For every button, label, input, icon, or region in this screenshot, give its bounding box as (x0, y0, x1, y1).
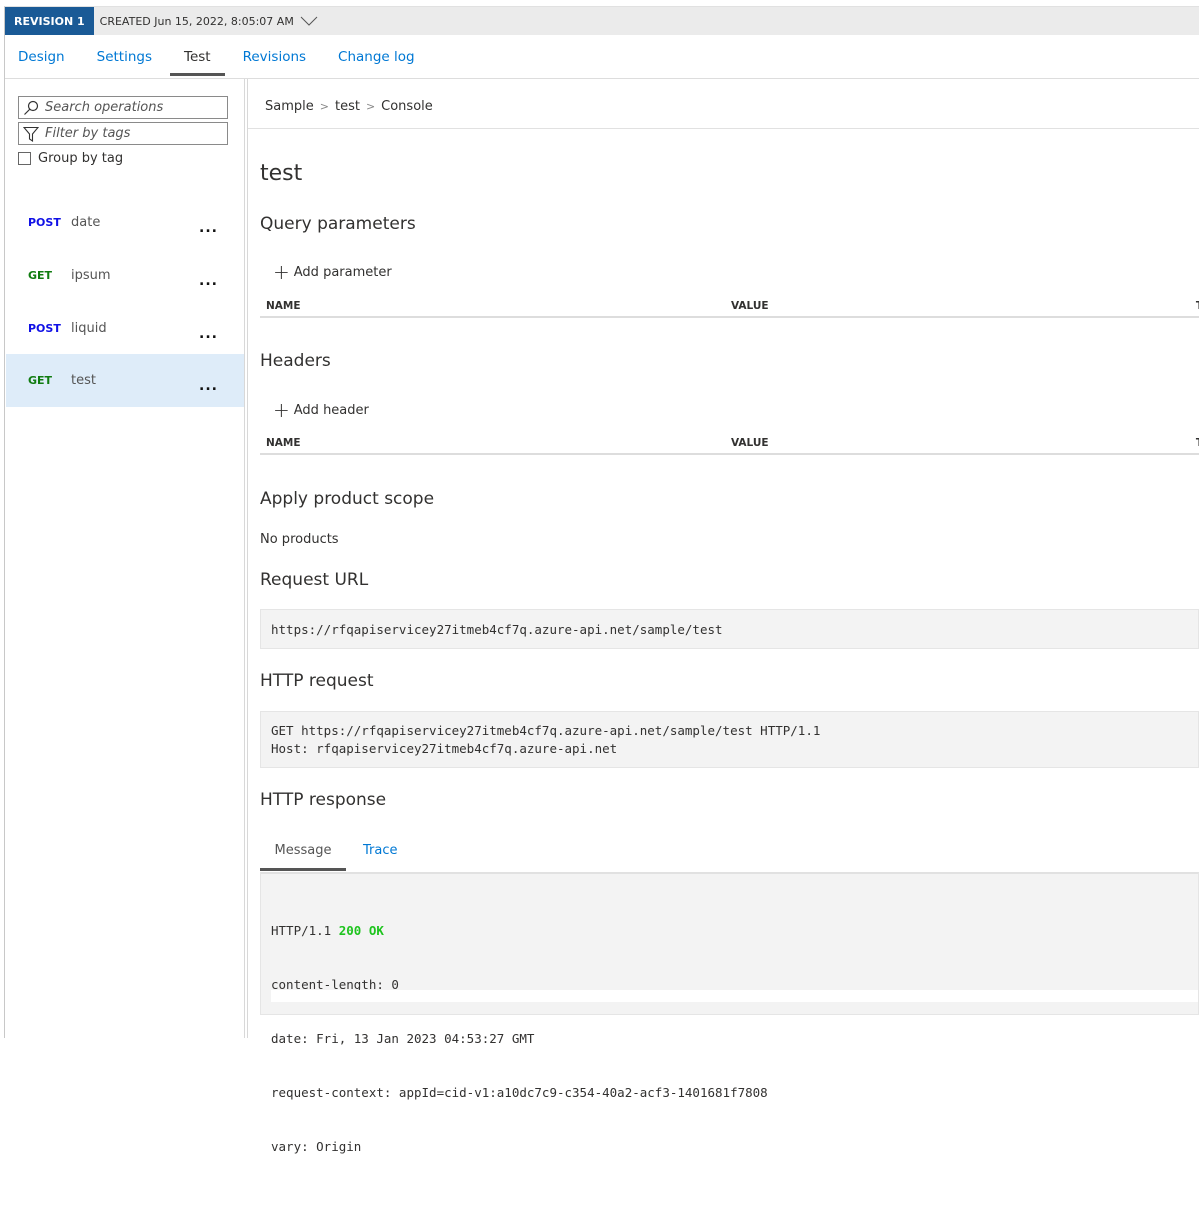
more-icon[interactable]: ... (199, 273, 218, 289)
page-title: test (260, 161, 303, 186)
response-header-line: request-context: appId=cid-v1:a10dc7c9-c… (271, 1085, 768, 1100)
http-request-heading: HTTP request (260, 671, 374, 691)
search-placeholder: Search operations (45, 100, 164, 115)
column-value: VALUE (731, 300, 769, 312)
request-line: GET https://rfqapiservicey27itmeb4cf7q.a… (271, 723, 821, 738)
column-value: VALUE (731, 437, 769, 449)
console-pane: Sample > test > Console test Query parameter… (248, 79, 1199, 1154)
method-badge: POST (28, 322, 61, 335)
request-url-field[interactable]: https://rfqapiservicey27itmeb4cf7q.azure… (260, 609, 1199, 649)
operation-item-selected[interactable]: GET test ... (6, 354, 244, 407)
tab-trace[interactable]: Trace (363, 831, 398, 871)
no-products-text: No products (260, 532, 339, 547)
operation-name: test (71, 373, 96, 388)
response-tabs: Message Trace (260, 831, 1199, 871)
tab-bar: Design Settings Test Revisions Change lo… (5, 35, 1199, 79)
more-icon[interactable]: ... (199, 326, 218, 342)
headers-heading: Headers (260, 351, 331, 371)
chevron-down-icon[interactable] (300, 15, 318, 27)
add-header-button[interactable]: + Add header (273, 400, 369, 420)
add-parameter-button[interactable]: + Add parameter (273, 262, 392, 282)
tab-revisions[interactable]: Revisions (229, 35, 320, 78)
operation-item[interactable]: POST liquid ... (6, 302, 244, 355)
operations-sidebar: Search operations Filter by tags Group b… (5, 79, 244, 1038)
tab-design[interactable]: Design (5, 35, 79, 78)
filter-tags-input[interactable]: Filter by tags (18, 122, 228, 145)
breadcrumb-item[interactable]: Sample (265, 99, 314, 114)
more-icon[interactable]: ... (199, 378, 218, 394)
more-icon[interactable]: ... (199, 220, 218, 236)
request-url-heading: Request URL (260, 570, 369, 590)
operation-item[interactable]: POST date ... (6, 196, 244, 249)
protocol: HTTP/1.1 (271, 923, 339, 938)
filter-placeholder: Filter by tags (45, 126, 131, 141)
query-table-header: NAME VALUE T (260, 296, 1199, 318)
divider (248, 128, 1199, 129)
tab-message[interactable]: Message (260, 831, 346, 871)
tab-change-log[interactable]: Change log (324, 35, 429, 78)
group-by-tag-checkbox[interactable]: Group by tag (18, 151, 123, 166)
status-line: HTTP/1.1 200 OK (271, 922, 1188, 940)
operation-name: ipsum (71, 268, 111, 283)
filter-icon (23, 126, 39, 142)
revision-badge: REVISION 1 (5, 7, 94, 35)
product-scope-heading: Apply product scope (260, 489, 435, 509)
api-test-panel: REVISION 1 CREATED Jun 15, 2022, 8:05:07… (4, 6, 1199, 1154)
search-icon (24, 100, 39, 115)
group-by-tag-label: Group by tag (38, 151, 124, 166)
add-parameter-label: Add parameter (293, 264, 392, 280)
tab-test[interactable]: Test (170, 35, 225, 78)
method-badge: GET (28, 374, 53, 387)
http-response-heading: HTTP response (260, 790, 387, 810)
add-header-label: Add header (293, 402, 369, 418)
status-code: 200 OK (338, 923, 384, 938)
breadcrumb: Sample > test > Console (265, 99, 433, 114)
operation-name: date (71, 215, 101, 230)
headers-table-header: NAME VALUE T (260, 433, 1199, 455)
plus-icon: + (273, 260, 290, 284)
breadcrumb-item[interactable]: test (335, 99, 360, 114)
method-badge: GET (28, 269, 53, 282)
column-name: NAME (266, 300, 301, 312)
operation-name: liquid (71, 321, 107, 336)
http-request-body[interactable]: GET https://rfqapiservicey27itmeb4cf7q.a… (260, 711, 1199, 768)
response-header-line: vary: Origin (271, 1139, 362, 1154)
checkbox-box[interactable] (18, 152, 31, 165)
operation-item[interactable]: GET ipsum ... (6, 249, 244, 302)
created-date: CREATED Jun 15, 2022, 8:05:07 AM (99, 14, 294, 28)
response-header-line: date: Fri, 13 Jan 2023 04:53:27 GMT (271, 1031, 535, 1046)
revision-bar: REVISION 1 CREATED Jun 15, 2022, 8:05:07… (5, 7, 1199, 35)
breadcrumb-item: Console (381, 99, 433, 114)
query-parameters-heading: Query parameters (260, 214, 416, 234)
http-response-body[interactable]: HTTP/1.1 200 OK content-length: 0 date: … (260, 872, 1199, 1154)
tab-settings[interactable]: Settings (83, 35, 166, 78)
search-input[interactable]: Search operations (18, 96, 228, 119)
breadcrumb-separator: > (319, 100, 329, 113)
method-badge: POST (28, 216, 61, 229)
column-name: NAME (266, 437, 301, 449)
horizontal-scrollbar[interactable] (271, 990, 1198, 1002)
request-line: Host: rfqapiservicey27itmeb4cf7q.azure-a… (271, 741, 618, 756)
breadcrumb-separator: > (365, 100, 376, 113)
plus-icon: + (273, 398, 290, 422)
